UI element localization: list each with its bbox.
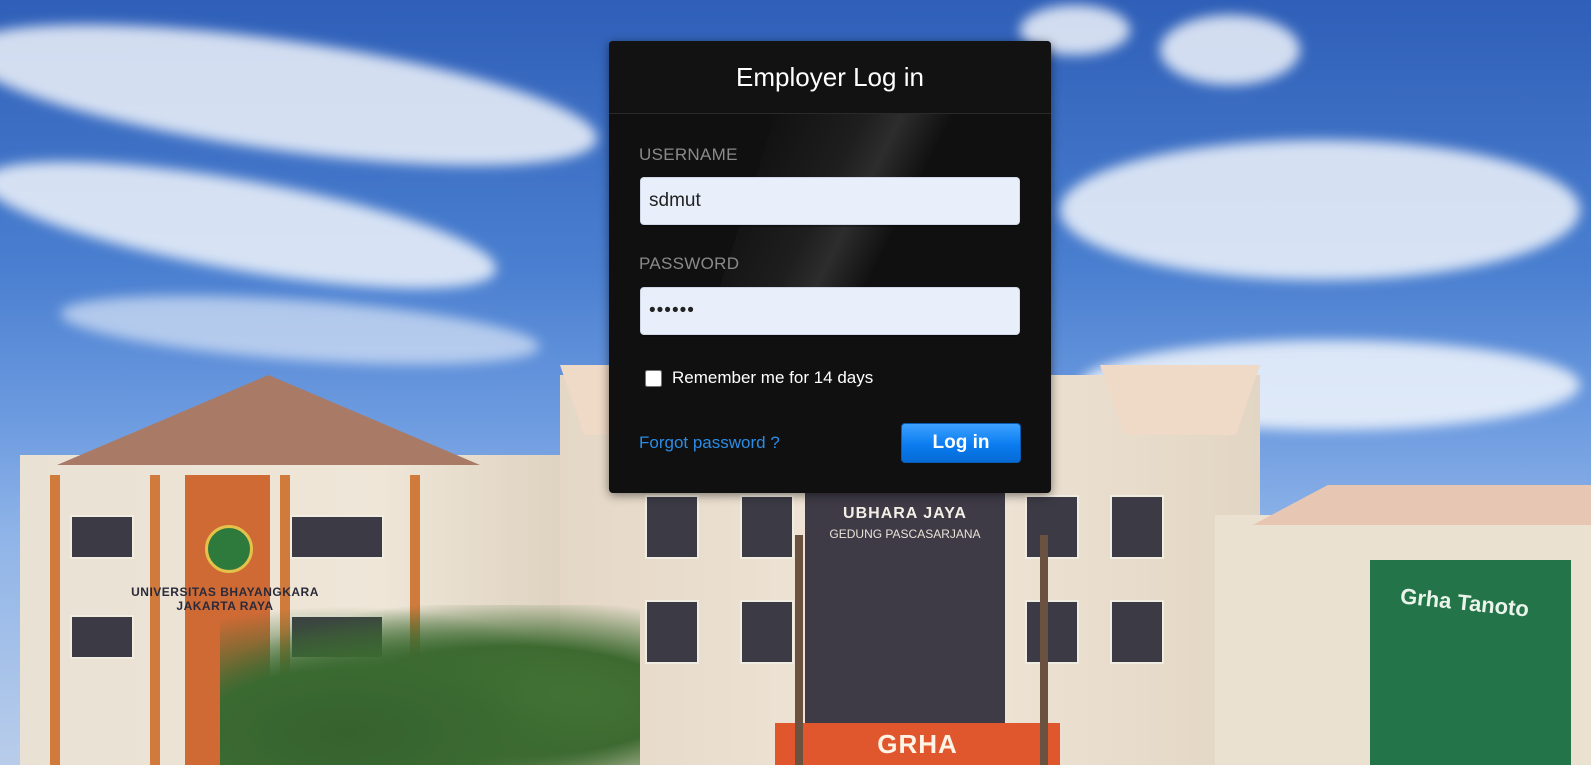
center-building-sign: UBHARA JAYA [843,505,967,522]
trees [220,605,640,765]
window [290,515,384,559]
remember-me-row: Remember me for 14 days [645,368,873,388]
window [645,600,699,664]
right-building-roof [1252,485,1591,525]
username-label: USERNAME [639,145,738,164]
cloud [1060,140,1580,280]
remember-me-checkbox[interactable] [645,369,662,387]
password-label: PASSWORD [639,254,740,273]
left-building-sign-line1: UNIVERSITAS BHAYANGKARA [131,585,319,599]
login-page: UNIVERSITAS BHAYANGKARA JAKARTA RAYA UBH… [0,0,1591,765]
left-building-roof [57,375,480,465]
right-campus-building: Grha Tanoto [1215,485,1591,765]
center-building-banner: GRHA SUMMARECON [775,723,1060,765]
window [70,515,134,559]
login-title: Employer Log in [736,61,924,92]
username-input[interactable] [640,177,1020,225]
cloud [1160,15,1300,85]
forgot-password-link[interactable]: Forgot password ? [639,433,780,453]
window [1025,495,1079,559]
window [740,495,794,559]
window [1025,600,1079,664]
pillar [150,475,160,765]
password-input[interactable] [640,287,1020,335]
window [740,600,794,664]
login-button[interactable]: Log in [901,423,1021,463]
building-cap [1100,365,1260,435]
cloud [58,283,542,377]
window [70,615,134,659]
palm-tree-trunk [795,535,803,765]
login-card: Employer Log in USERNAME PASSWORD Rememb… [609,41,1051,493]
right-building-sign: Grha Tanoto [1399,583,1531,622]
pillar [50,475,60,765]
university-emblem-icon [205,525,253,573]
remember-me-label[interactable]: Remember me for 14 days [672,368,873,388]
palm-tree-trunk [1040,535,1048,765]
right-building-facade: Grha Tanoto [1370,560,1571,765]
window [1110,600,1164,664]
window [645,495,699,559]
login-card-header: Employer Log in [609,41,1051,114]
center-building-subsign: GEDUNG PASCASARJANA [829,527,981,541]
window [1110,495,1164,559]
